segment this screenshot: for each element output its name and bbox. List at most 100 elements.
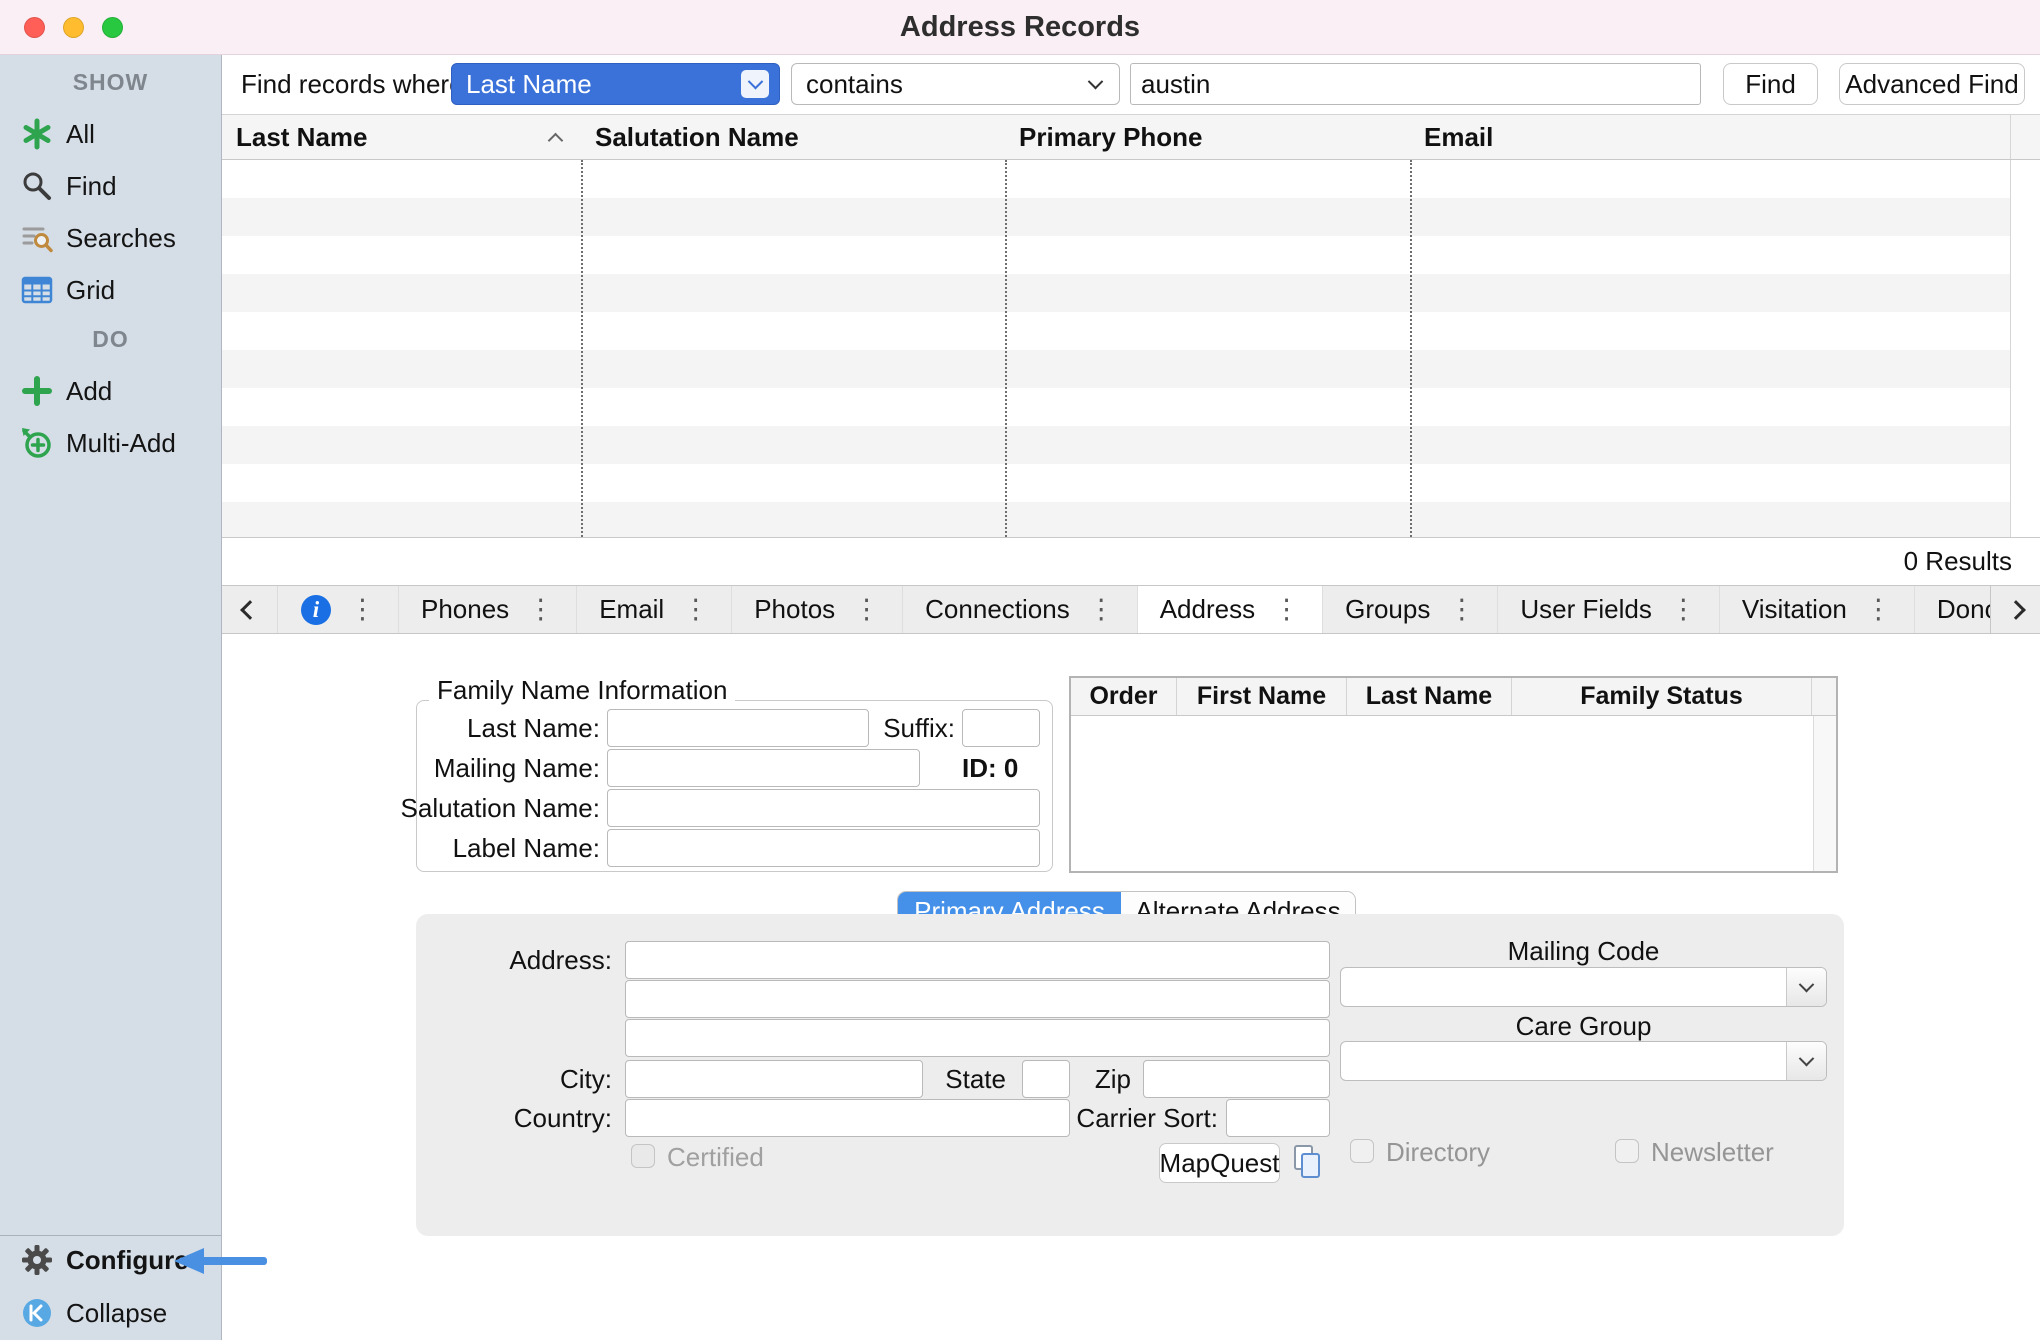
close-button[interactable] — [24, 17, 45, 38]
find-records-where-label: Find records where — [241, 55, 464, 114]
certified-checkbox[interactable] — [631, 1144, 655, 1168]
table-scrollbar-track[interactable] — [2010, 160, 2040, 537]
tab-menu-icon[interactable]: ⋮ — [1088, 596, 1115, 623]
chevron-down-icon — [1081, 70, 1109, 98]
directory-checkbox[interactable] — [1350, 1139, 1374, 1163]
tab-menu-icon[interactable]: ⋮ — [853, 596, 880, 623]
country-input[interactable] — [625, 1099, 1070, 1137]
tab-donor-note[interactable]: Donor Note ⋮ — [1915, 586, 1990, 633]
tab-menu-icon[interactable]: ⋮ — [682, 596, 709, 623]
carrier-sort-input[interactable] — [1226, 1099, 1330, 1137]
state-label: State — [932, 1060, 1006, 1098]
tab-menu-icon[interactable]: ⋮ — [349, 596, 376, 623]
address-line2-input[interactable] — [625, 980, 1330, 1018]
find-operator-select[interactable]: contains — [791, 63, 1120, 105]
column-header-last-name[interactable]: Last Name — [222, 115, 581, 159]
care-group-select[interactable] — [1340, 1041, 1827, 1081]
sidebar-item-all[interactable]: All — [0, 113, 221, 155]
family-members-table: Order First Name Last Name Family Status — [1069, 676, 1838, 873]
tab-connections[interactable]: Connections ⋮ — [903, 586, 1138, 633]
suffix-label: Suffix: — [842, 709, 955, 747]
members-column-family-status: Family Status — [1511, 678, 1811, 715]
find-field-value: Last Name — [466, 69, 592, 100]
address-line3-input[interactable] — [625, 1019, 1330, 1057]
collapse-icon — [20, 1296, 54, 1330]
tab-menu-icon[interactable]: ⋮ — [527, 596, 554, 623]
zoom-button[interactable] — [102, 17, 123, 38]
care-group-label: Care Group — [1340, 1012, 1827, 1040]
sidebar-item-add[interactable]: Add — [0, 370, 221, 412]
sidebar-item-searches[interactable]: Searches — [0, 217, 221, 259]
tab-photos[interactable]: Photos ⋮ — [732, 586, 903, 633]
sort-ascending-icon — [548, 133, 564, 149]
chevron-right-icon — [2006, 600, 2026, 620]
last-name-input[interactable] — [607, 709, 869, 747]
sidebar-item-multi-add[interactable]: Multi-Add — [0, 422, 221, 464]
members-column-first-name: First Name — [1176, 678, 1346, 715]
sidebar-item-grid[interactable]: Grid — [0, 269, 221, 311]
address-line1-input[interactable] — [625, 941, 1330, 979]
tab-menu-icon[interactable]: ⋮ — [1448, 596, 1475, 623]
salutation-name-input[interactable] — [607, 789, 1040, 827]
tab-menu-icon[interactable]: ⋮ — [1273, 596, 1300, 623]
chevron-left-icon — [240, 600, 260, 620]
mailing-code-select[interactable] — [1340, 967, 1827, 1007]
suffix-input[interactable] — [962, 709, 1040, 747]
results-count: 0 Results — [1904, 538, 2012, 585]
advanced-find-button[interactable]: Advanced Find — [1839, 63, 2025, 105]
address-tab-panel: Family Name Information Last Name: Suffi… — [222, 634, 2040, 1340]
tab-menu-icon[interactable]: ⋮ — [1670, 596, 1697, 623]
members-scrollbar-track[interactable] — [1813, 716, 1836, 871]
tab-visitation[interactable]: Visitation ⋮ — [1720, 586, 1915, 633]
column-divider — [581, 160, 583, 537]
city-input[interactable] — [625, 1060, 923, 1098]
zip-input[interactable] — [1143, 1060, 1330, 1098]
tab-user-fields[interactable]: User Fields ⋮ — [1498, 586, 1719, 633]
mapquest-button[interactable]: MapQuest — [1159, 1143, 1280, 1183]
chevron-down-icon — [1786, 1042, 1826, 1080]
mailing-code-label: Mailing Code — [1340, 937, 1827, 965]
column-divider — [1005, 160, 1007, 537]
record-id-label: ID: 0 — [962, 749, 1042, 787]
find-bar: Find records where Last Name contains Fi… — [222, 55, 2040, 114]
column-header-salutation-name[interactable]: Salutation Name — [581, 115, 1005, 159]
label-name-input[interactable] — [607, 829, 1040, 867]
grid-icon — [20, 273, 54, 307]
family-members-body — [1071, 716, 1836, 871]
column-header-email[interactable]: Email — [1410, 115, 2010, 159]
tab-info[interactable]: i ⋮ — [279, 586, 399, 633]
tab-menu-icon[interactable]: ⋮ — [1865, 596, 1892, 623]
window-title: Address Records — [900, 11, 1140, 44]
tab-phones[interactable]: Phones ⋮ — [399, 586, 577, 633]
tabs-viewport: i ⋮ Phones ⋮ Email ⋮ Photos ⋮ Connection… — [279, 586, 1990, 633]
main-content: Find records where Last Name contains Fi… — [222, 55, 2040, 1340]
sidebar-item-collapse[interactable]: Collapse — [0, 1292, 221, 1334]
empty-rows — [222, 160, 2010, 537]
newsletter-checkbox[interactable] — [1615, 1139, 1639, 1163]
country-label: Country: — [452, 1099, 612, 1137]
minimize-button[interactable] — [63, 17, 84, 38]
tab-groups[interactable]: Groups ⋮ — [1323, 586, 1498, 633]
family-members-header: Order First Name Last Name Family Status — [1071, 678, 1836, 716]
find-button[interactable]: Find — [1723, 63, 1818, 105]
members-column-order: Order — [1071, 678, 1176, 715]
tabs-scroll-right-button[interactable] — [1990, 586, 2040, 633]
copy-icon[interactable] — [1292, 1143, 1324, 1186]
tabs-scroll-left-button[interactable] — [222, 586, 278, 633]
members-column-last-name: Last Name — [1346, 678, 1511, 715]
state-input[interactable] — [1022, 1060, 1070, 1098]
tab-address[interactable]: Address ⋮ — [1138, 586, 1323, 633]
sidebar-item-label: Multi-Add — [66, 428, 176, 459]
mailing-name-input[interactable] — [607, 749, 920, 787]
tab-email[interactable]: Email ⋮ — [577, 586, 732, 633]
info-icon: i — [301, 595, 331, 625]
column-header-filler — [2010, 115, 2040, 159]
sidebar-item-find[interactable]: Find — [0, 165, 221, 207]
column-header-primary-phone[interactable]: Primary Phone — [1005, 115, 1410, 159]
find-field-select[interactable]: Last Name — [451, 63, 780, 105]
find-value-input[interactable] — [1130, 63, 1701, 105]
chevron-down-icon — [1786, 968, 1826, 1006]
titlebar: Address Records — [0, 0, 2040, 55]
zip-label: Zip — [1091, 1060, 1131, 1098]
mailing-name-label: Mailing Name: — [416, 749, 600, 787]
